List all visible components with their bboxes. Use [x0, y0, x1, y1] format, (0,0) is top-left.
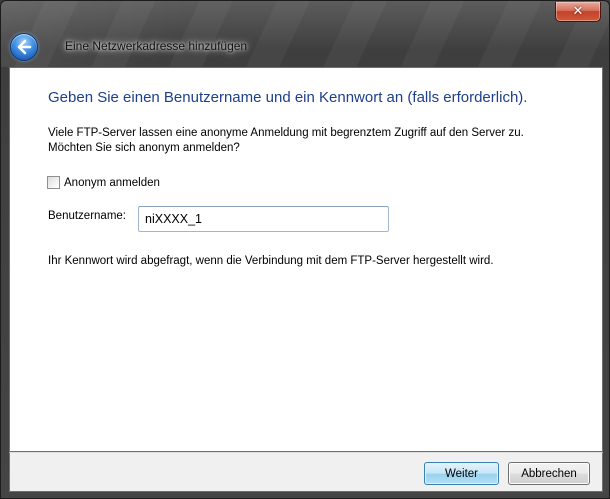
window-title: Eine Netzwerkadresse hinzufügen: [65, 39, 248, 53]
description-line-1: Viele FTP-Server lassen eine anonyme Anm…: [48, 127, 524, 139]
password-info-text: Ihr Kennwort wird abgefragt, wenn die Ve…: [48, 255, 494, 267]
title-bar-glass: [1, 1, 609, 67]
anonymous-login-checkbox[interactable]: [47, 176, 60, 189]
close-icon: ✕: [572, 4, 584, 19]
username-input[interactable]: [138, 206, 389, 232]
dialog-window: ✕ Eine Netzwerkadresse hinzufügen Geben …: [0, 0, 610, 499]
back-button[interactable]: [10, 33, 38, 61]
page-heading: Geben Sie einen Benutzername und ein Ken…: [48, 89, 528, 106]
cancel-button[interactable]: Abbrechen: [508, 462, 590, 485]
anonymous-login-option[interactable]: Anonym anmelden: [47, 176, 160, 189]
dialog-content: Geben Sie einen Benutzername und ein Ken…: [9, 67, 603, 452]
username-label: Benutzername:: [48, 210, 126, 222]
description: Viele FTP-Server lassen eine anonyme Anm…: [48, 126, 524, 156]
close-button[interactable]: ✕: [555, 2, 601, 22]
description-line-2: Möchten Sie sich anonym anmelden?: [48, 142, 240, 154]
button-bar: Weiter Abbrechen: [9, 452, 603, 492]
anonymous-login-label[interactable]: Anonym anmelden: [64, 177, 160, 189]
back-arrow-icon: [17, 39, 32, 55]
next-button[interactable]: Weiter: [424, 462, 499, 485]
